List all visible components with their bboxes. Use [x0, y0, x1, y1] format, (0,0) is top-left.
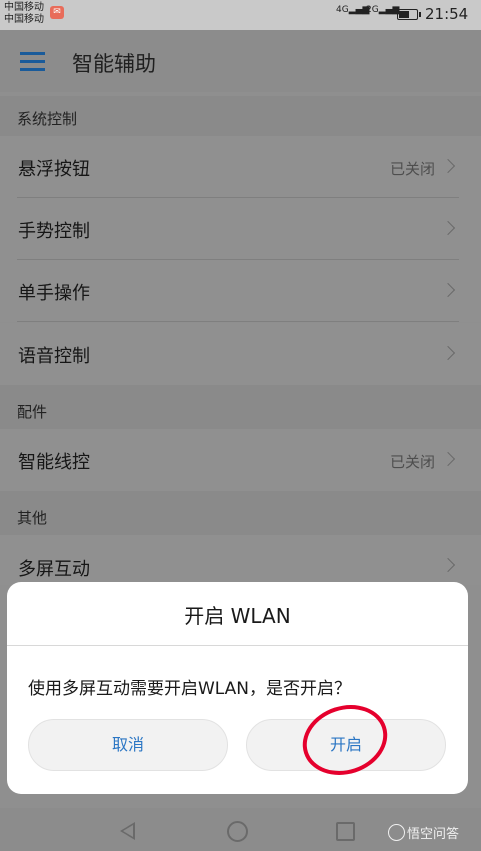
hamburger-menu-icon[interactable] [20, 52, 45, 71]
chevron-right-icon [440, 557, 456, 573]
notification-app-icon: ✉ [50, 6, 64, 19]
back-icon[interactable] [120, 822, 135, 840]
dialog-title: 开启 WLAN [184, 604, 291, 628]
chevron-right-icon [440, 451, 456, 467]
divider [7, 645, 468, 646]
app-bar: 智能辅助 [0, 30, 481, 92]
status-bar: 中国移动 中国移动 ✉ 4G▂▄▆ 2G▂▄▆ 21:54 [0, 0, 481, 30]
watermark: 悟空问答 [388, 823, 459, 842]
section-header-accessories: 配件 [0, 385, 481, 429]
row-status: 已关闭 [389, 453, 435, 471]
page-title: 智能辅助 [72, 52, 156, 76]
signal-2g-label: 2G [366, 5, 379, 15]
row-voice-control[interactable]: 语音控制 [0, 323, 481, 385]
wukong-logo-icon [388, 824, 405, 841]
row-label: 智能线控 [18, 452, 90, 473]
carrier-label-1: 中国移动 [4, 2, 44, 13]
chevron-right-icon [440, 282, 456, 298]
home-icon[interactable] [227, 821, 248, 842]
cancel-button[interactable]: 取消 [28, 719, 228, 771]
chevron-right-icon [440, 345, 456, 361]
dialog-message: 使用多屏互动需要开启WLAN，是否开启？ [28, 679, 352, 699]
signal-4g-label: 4G [336, 5, 349, 15]
section-header-other: 其他 [0, 491, 481, 535]
row-label: 多屏互动 [18, 559, 90, 580]
signal-2g-icon: 2G▂▄▆ [366, 5, 400, 15]
chevron-right-icon [440, 158, 456, 174]
row-floating-button[interactable]: 悬浮按钮 已关闭 [0, 136, 481, 198]
row-multi-screen[interactable]: 多屏互动 [0, 535, 481, 585]
row-smart-remote[interactable]: 智能线控 已关闭 [0, 429, 481, 491]
recent-apps-icon[interactable] [336, 822, 355, 841]
section-header-system-control: 系统控制 [0, 96, 481, 136]
wlan-dialog: 开启 WLAN 使用多屏互动需要开启WLAN，是否开启？ 取消 开启 [7, 582, 468, 794]
row-label: 单手操作 [18, 283, 90, 304]
row-gesture-control[interactable]: 手势控制 [0, 198, 481, 260]
row-label: 手势控制 [18, 221, 90, 242]
chevron-right-icon [440, 220, 456, 236]
watermark-text: 悟空问答 [407, 827, 460, 842]
signal-4g-icon: 4G▂▄▆ [336, 5, 370, 15]
row-label: 悬浮按钮 [18, 159, 90, 180]
clock: 21:54 [425, 5, 469, 23]
row-status: 已关闭 [389, 160, 435, 178]
row-one-hand-mode[interactable]: 单手操作 [0, 260, 481, 322]
battery-icon [397, 9, 421, 20]
row-label: 语音控制 [18, 346, 90, 367]
enable-button[interactable]: 开启 [246, 719, 446, 771]
divider [17, 321, 459, 322]
carrier-label-2: 中国移动 [4, 14, 44, 25]
